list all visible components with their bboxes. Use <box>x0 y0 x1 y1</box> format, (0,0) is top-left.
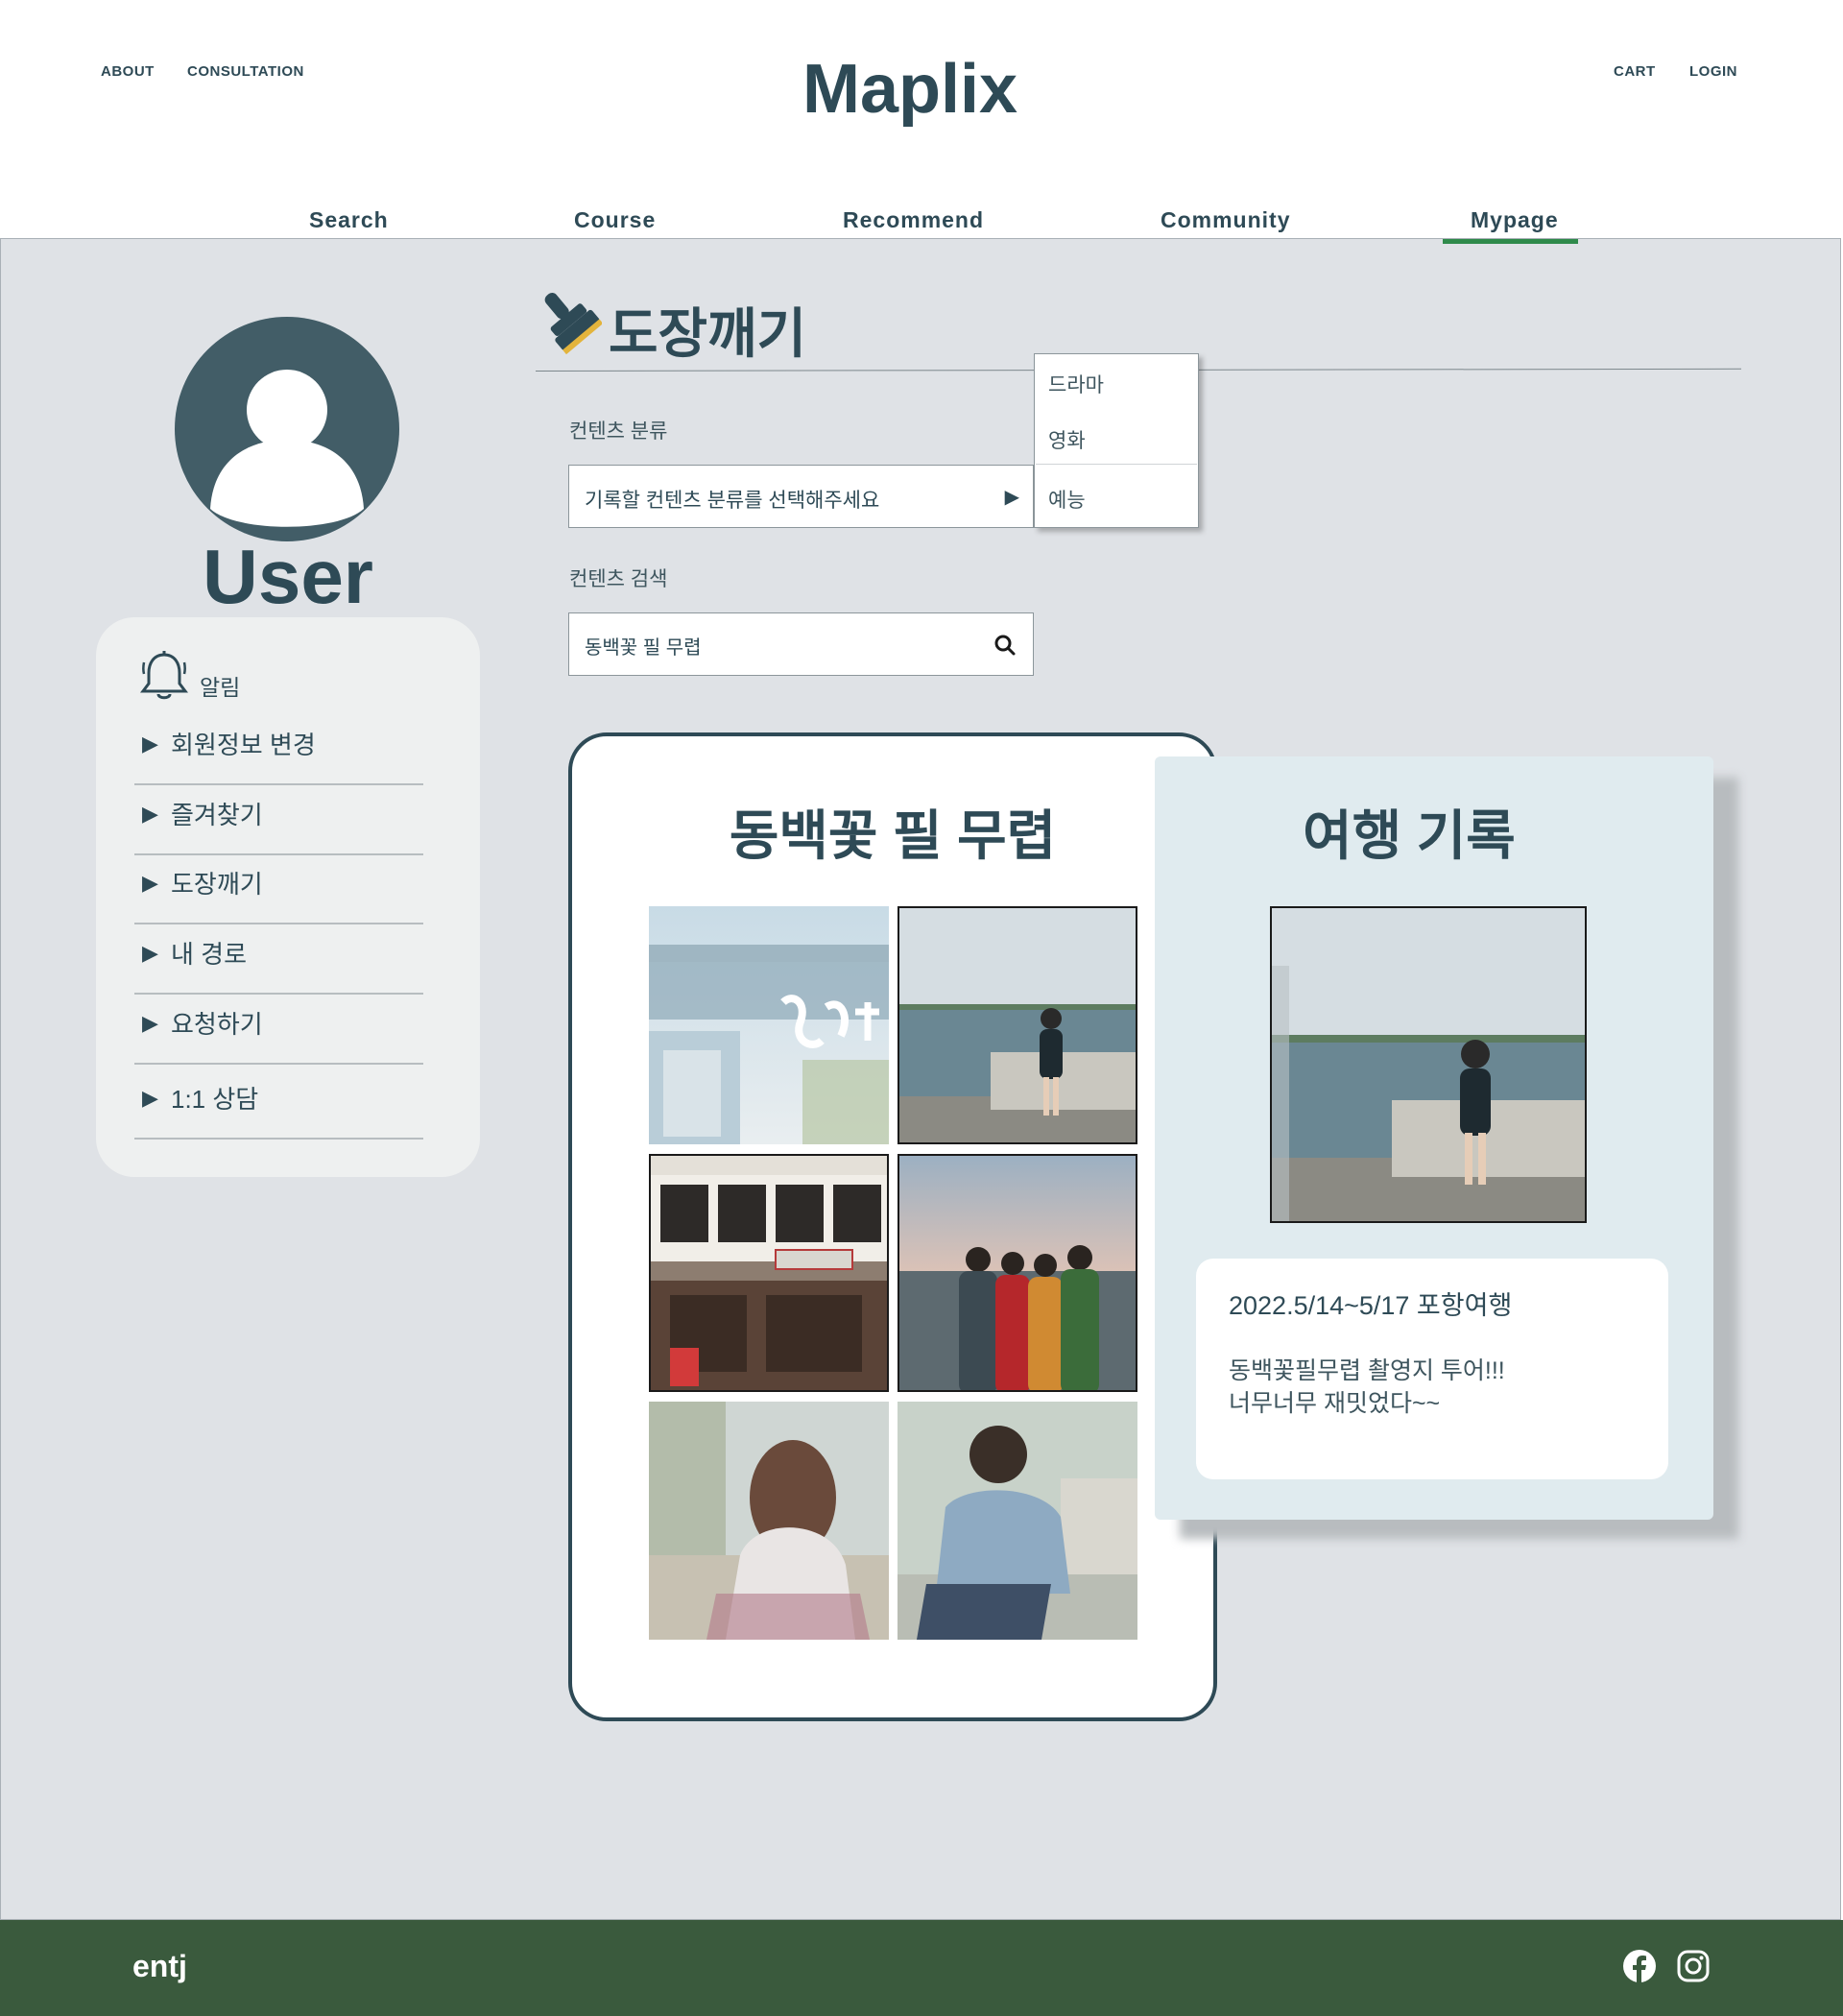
sidebar-item-my-route[interactable]: ▶ 내 경로 <box>134 925 423 995</box>
nav-mypage[interactable]: Mypage <box>1471 207 1559 233</box>
content-photo-actor[interactable] <box>898 1402 1137 1640</box>
category-label: 컨텐츠 분류 <box>569 420 668 443</box>
search-input[interactable] <box>583 631 970 660</box>
page-title: 도장깨기 <box>609 303 807 364</box>
stamp-icon <box>544 293 602 355</box>
content-card-title: 동백꽃 필 무렵 <box>729 805 1057 866</box>
category-dropdown: 드라마 영화 예능 <box>1034 353 1199 528</box>
dropdown-option-drama[interactable]: 드라마 <box>1048 370 1104 398</box>
search-icon[interactable] <box>993 633 1017 658</box>
content-photo-bookstore[interactable] <box>649 1154 889 1392</box>
triangle-right-icon: ▶ <box>142 1011 158 1035</box>
nav-recommend[interactable]: Recommend <box>843 207 984 233</box>
record-date: 2022.5/14~5/17 포항여행 <box>1229 1291 1513 1320</box>
instagram-icon[interactable] <box>1676 1949 1711 1983</box>
user-avatar-icon <box>210 370 364 527</box>
sidebar-item-request[interactable]: ▶ 요청하기 <box>134 996 423 1065</box>
triangle-right-icon: ▶ <box>142 732 158 756</box>
triangle-right-icon: ▶ <box>142 802 158 826</box>
footer-brand: entj <box>132 1949 187 1983</box>
bell-icon[interactable] <box>138 649 190 703</box>
sidebar-item-consult[interactable]: ▶ 1:1 상담 <box>134 1070 423 1140</box>
nav-active-indicator <box>1443 239 1578 244</box>
sidebar-item-favorites[interactable]: ▶ 즐겨찾기 <box>134 786 423 855</box>
record-card-title: 여행 기록 <box>1303 805 1516 866</box>
content-photo-cast-group[interactable] <box>898 1154 1137 1392</box>
nav-community[interactable]: Community <box>1161 207 1291 233</box>
sidebar-item-stamp[interactable]: ▶ 도장깨기 <box>134 855 423 924</box>
category-select[interactable]: 기록할 컨텐츠 분류를 선택해주세요 ▶ <box>568 465 1034 528</box>
record-text-line-1: 동백꽃필무렵 촬영지 투어!!! <box>1229 1357 1505 1384</box>
record-text-line-2: 너무너무 재밋었다~~ <box>1229 1390 1441 1417</box>
dropdown-divider <box>1036 464 1197 465</box>
site-logo[interactable]: Maplix <box>0 50 1820 129</box>
content-search-box <box>568 612 1034 676</box>
cart-link[interactable]: CART <box>1614 63 1656 80</box>
triangle-right-icon: ▶ <box>142 941 158 965</box>
dropdown-option-variety[interactable]: 예능 <box>1048 485 1086 514</box>
triangle-right-icon: ▶ <box>142 1086 158 1110</box>
avatar <box>175 317 399 541</box>
record-photo[interactable] <box>1270 906 1587 1223</box>
alarm-label[interactable]: 알림 <box>200 669 240 702</box>
search-label: 컨텐츠 검색 <box>569 568 668 590</box>
footer <box>0 1920 1843 2016</box>
nav-search[interactable]: Search <box>309 207 389 233</box>
profile-name: User <box>203 534 373 619</box>
facebook-icon[interactable] <box>1622 1949 1657 1983</box>
login-link[interactable]: LOGIN <box>1689 63 1737 80</box>
triangle-right-icon: ▶ <box>1004 487 1019 508</box>
content-photo-seaside-woman[interactable] <box>898 906 1137 1144</box>
dropdown-option-movie[interactable]: 영화 <box>1048 425 1086 454</box>
sidebar-item-member-info[interactable]: ▶ 회원정보 변경 <box>134 716 423 785</box>
content-photo-actress[interactable] <box>649 1402 889 1640</box>
triangle-right-icon: ▶ <box>142 871 158 895</box>
nav-course[interactable]: Course <box>574 207 656 233</box>
content-photo-poster[interactable] <box>649 906 889 1144</box>
